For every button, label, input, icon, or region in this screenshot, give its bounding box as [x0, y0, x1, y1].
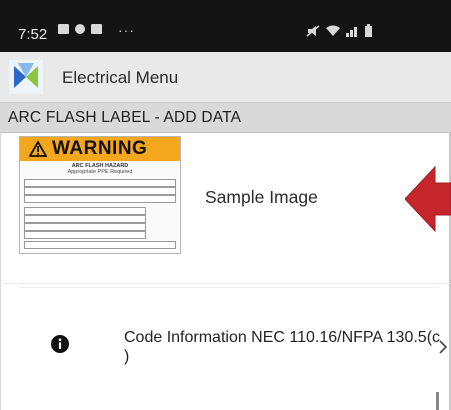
label-field-row [24, 231, 146, 239]
section-title: ARC FLASH LABEL - ADD DATA [8, 109, 242, 126]
sample-label-image[interactable]: WARNING ARC FLASH HAZARD Appropriate PPE… [19, 136, 181, 254]
warning-triangle-icon [29, 141, 47, 157]
warning-band: WARNING [20, 137, 180, 161]
left-arrow-icon [405, 165, 451, 233]
label-field-row [24, 207, 146, 215]
divider [0, 283, 451, 284]
label-ppe-line: Appropriate PPE Required [67, 169, 133, 175]
wifi-icon [326, 25, 340, 36]
label-field-row [24, 241, 176, 249]
sample-image-caption: Sample Image [205, 187, 318, 207]
status-bar: 7:52 ··· [0, 0, 451, 52]
shield-icon [75, 24, 85, 34]
label-field-row [24, 195, 176, 203]
status-time: 7:52 [18, 26, 48, 43]
app-logo-icon[interactable] [9, 60, 43, 94]
section-header: ARC FLASH LABEL - ADD DATA [0, 103, 451, 133]
scrollbar-thumb[interactable] [436, 392, 439, 410]
app-title: Electrical Menu [62, 68, 179, 87]
mute-icon [306, 24, 320, 37]
notification-icon [91, 24, 102, 34]
warning-heading: WARNING [52, 138, 148, 159]
label-field-row [24, 179, 176, 187]
signal-icon [346, 25, 358, 37]
code-information-item[interactable]: Code Information NEC 110.16/NFPA 130.5(c… [124, 328, 442, 366]
status-notification-icons [58, 24, 102, 34]
info-circle-icon [51, 335, 69, 353]
divider [19, 287, 439, 288]
gallery-icon [58, 24, 69, 34]
label-field-row [24, 187, 176, 195]
chevron-right-icon[interactable] [438, 339, 448, 355]
label-field-row [24, 223, 146, 231]
left-border [0, 132, 1, 410]
status-system-icons [306, 24, 373, 37]
app-bar: Electrical Menu [0, 52, 451, 103]
label-field-row [24, 215, 146, 223]
more-notifications-icon: ··· [118, 22, 135, 38]
battery-icon [365, 24, 372, 37]
